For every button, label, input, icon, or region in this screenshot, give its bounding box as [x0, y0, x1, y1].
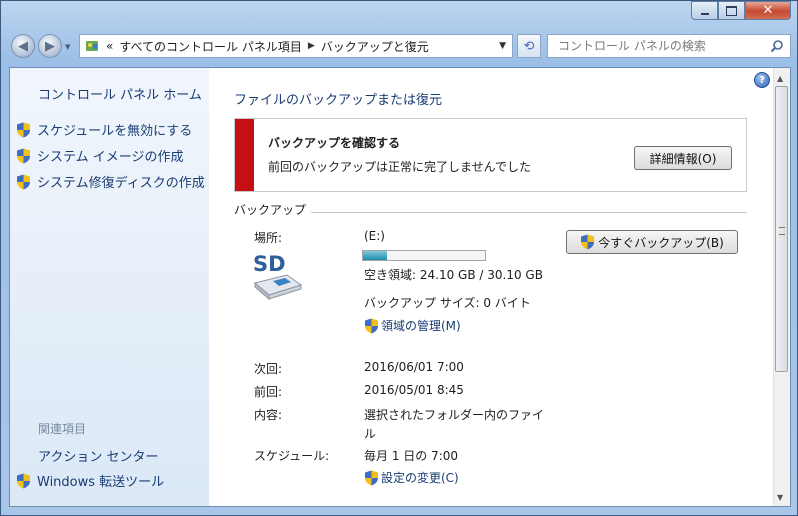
- uac-shield-icon: [17, 148, 30, 163]
- schedule-label: スケジュール:: [254, 449, 330, 463]
- next-backup-value: 2016/06/01 7:00: [364, 360, 464, 374]
- drive-usage-bar: [362, 250, 486, 261]
- contents-label: 内容:: [254, 408, 283, 422]
- last-backup-label: 前回:: [254, 385, 283, 399]
- warning-message: 前回のバックアップは正常に完了しませんでした: [268, 160, 532, 174]
- search-input[interactable]: [556, 38, 766, 54]
- uac-shield-icon: [365, 318, 378, 333]
- address-dropdown-icon[interactable]: ▼: [499, 41, 506, 51]
- uac-shield-icon: [17, 473, 30, 488]
- free-space-text: 空き領域: 24.10 GB / 30.10 GB: [364, 268, 543, 282]
- drive-letter: (E:): [364, 229, 385, 243]
- backup-restore-window: ✕ ◀ ▶ ▼ « すべてのコントロール パネル項目 ▶ バックアップと復元 ▼…: [0, 0, 798, 516]
- breadcrumb-overflow[interactable]: «: [106, 39, 113, 53]
- sd-card-drive-icon: SD: [253, 253, 303, 301]
- breadcrumb-separator-icon[interactable]: ▶: [308, 41, 315, 51]
- scrollbar-thumb[interactable]: [775, 86, 788, 372]
- backup-warning-panel: バックアップを確認する 前回のバックアップは正常に完了しませんでした 詳細情報(…: [234, 118, 747, 192]
- backup-section-label: バックアップ: [234, 203, 307, 217]
- refresh-button[interactable]: ⟲: [517, 34, 541, 58]
- sidebar-control-panel-home[interactable]: コントロール パネル ホーム: [38, 84, 202, 103]
- minimize-icon: [700, 12, 709, 15]
- back-arrow-icon: ◀: [18, 38, 28, 54]
- minimize-button[interactable]: [691, 1, 718, 20]
- sidebar-item-create-system-image[interactable]: システム イメージの作成: [16, 146, 183, 165]
- search-box[interactable]: [547, 34, 791, 58]
- breadcrumb-all-items[interactable]: すべてのコントロール パネル項目: [119, 38, 302, 55]
- search-icon[interactable]: [770, 39, 784, 53]
- backup-or-restore-files-link[interactable]: ファイルのバックアップまたは復元: [234, 89, 442, 108]
- svg-text:SD: SD: [253, 253, 286, 276]
- manage-space-label: 領域の管理(M): [381, 319, 461, 333]
- uac-shield-icon: [17, 122, 30, 137]
- sidebar-item-label: システム イメージの作成: [37, 150, 184, 165]
- backup-now-button[interactable]: 今すぐバックアップ(B): [566, 230, 738, 254]
- control-panel-icon: [86, 41, 98, 51]
- change-settings-link[interactable]: 設定の変更(C): [364, 469, 459, 486]
- error-indicator-bar: [235, 119, 254, 191]
- section-divider: [311, 212, 747, 213]
- sidebar-item-windows-easy-transfer[interactable]: Windows 転送ツール: [16, 471, 164, 490]
- close-icon: ✕: [762, 3, 774, 18]
- address-bar[interactable]: « すべてのコントロール パネル項目 ▶ バックアップと復元 ▼: [79, 34, 513, 58]
- uac-shield-icon: [365, 470, 378, 485]
- sidebar-item-create-repair-disc[interactable]: システム修復ディスクの作成: [16, 172, 205, 191]
- help-icon[interactable]: ?: [754, 72, 770, 88]
- uac-shield-icon: [581, 234, 595, 250]
- backup-now-label: 今すぐバックアップ(B): [598, 235, 724, 250]
- vertical-scrollbar[interactable]: ▲ ▼: [773, 68, 790, 506]
- last-backup-value: 2016/05/01 8:45: [364, 383, 464, 397]
- maximize-button[interactable]: [718, 1, 745, 20]
- recent-pages-dropdown[interactable]: ▼: [65, 43, 70, 51]
- forward-button[interactable]: ▶: [38, 34, 62, 58]
- sidebar-item-label: システム修復ディスクの作成: [37, 176, 205, 191]
- details-button[interactable]: 詳細情報(O): [634, 146, 732, 170]
- navigation-bar: ◀ ▶ ▼ « すべてのコントロール パネル項目 ▶ バックアップと復元 ▼ ⟲: [9, 31, 791, 61]
- contents-value: 選択されたフォルダー内のファイル: [364, 408, 545, 441]
- warning-title: バックアップを確認する: [268, 136, 401, 150]
- sidebar-item-label: Windows 転送ツール: [37, 475, 165, 490]
- breadcrumb-backup-restore[interactable]: バックアップと復元: [321, 38, 429, 55]
- content-pane: コントロール パネル ホーム スケジュールを無効にする システム イメージの作成…: [9, 67, 791, 507]
- scrollbar-grip-icon: [779, 227, 785, 235]
- sidebar: コントロール パネル ホーム スケジュールを無効にする システム イメージの作成…: [10, 68, 209, 506]
- forward-arrow-icon: ▶: [45, 38, 55, 54]
- uac-shield-icon: [17, 174, 30, 189]
- location-label: 場所:: [254, 231, 283, 245]
- change-settings-label: 設定の変更(C): [381, 471, 459, 485]
- refresh-icon: ⟲: [523, 38, 535, 54]
- drive-usage-fill: [363, 251, 388, 260]
- schedule-value: 毎月 1 日の 7:00: [364, 449, 459, 463]
- scroll-up-icon[interactable]: ▲: [777, 74, 783, 83]
- manage-space-link[interactable]: 領域の管理(M): [364, 317, 461, 334]
- close-button[interactable]: ✕: [745, 1, 791, 20]
- sidebar-item-label: スケジュールを無効にする: [37, 124, 193, 139]
- back-button[interactable]: ◀: [11, 34, 35, 58]
- sidebar-item-action-center[interactable]: アクション センター: [38, 446, 158, 465]
- next-backup-label: 次回:: [254, 362, 283, 376]
- maximize-icon: [726, 5, 737, 16]
- main-content: ? ファイルのバックアップまたは復元 バックアップを確認する 前回のバックアップ…: [209, 68, 790, 506]
- scroll-down-icon[interactable]: ▼: [777, 493, 783, 502]
- sidebar-item-disable-schedule[interactable]: スケジュールを無効にする: [16, 120, 192, 139]
- caption-buttons: ✕: [691, 1, 791, 20]
- related-heading: 関連項目: [38, 422, 87, 436]
- backup-size-text: バックアップ サイズ: 0 バイト: [364, 296, 531, 310]
